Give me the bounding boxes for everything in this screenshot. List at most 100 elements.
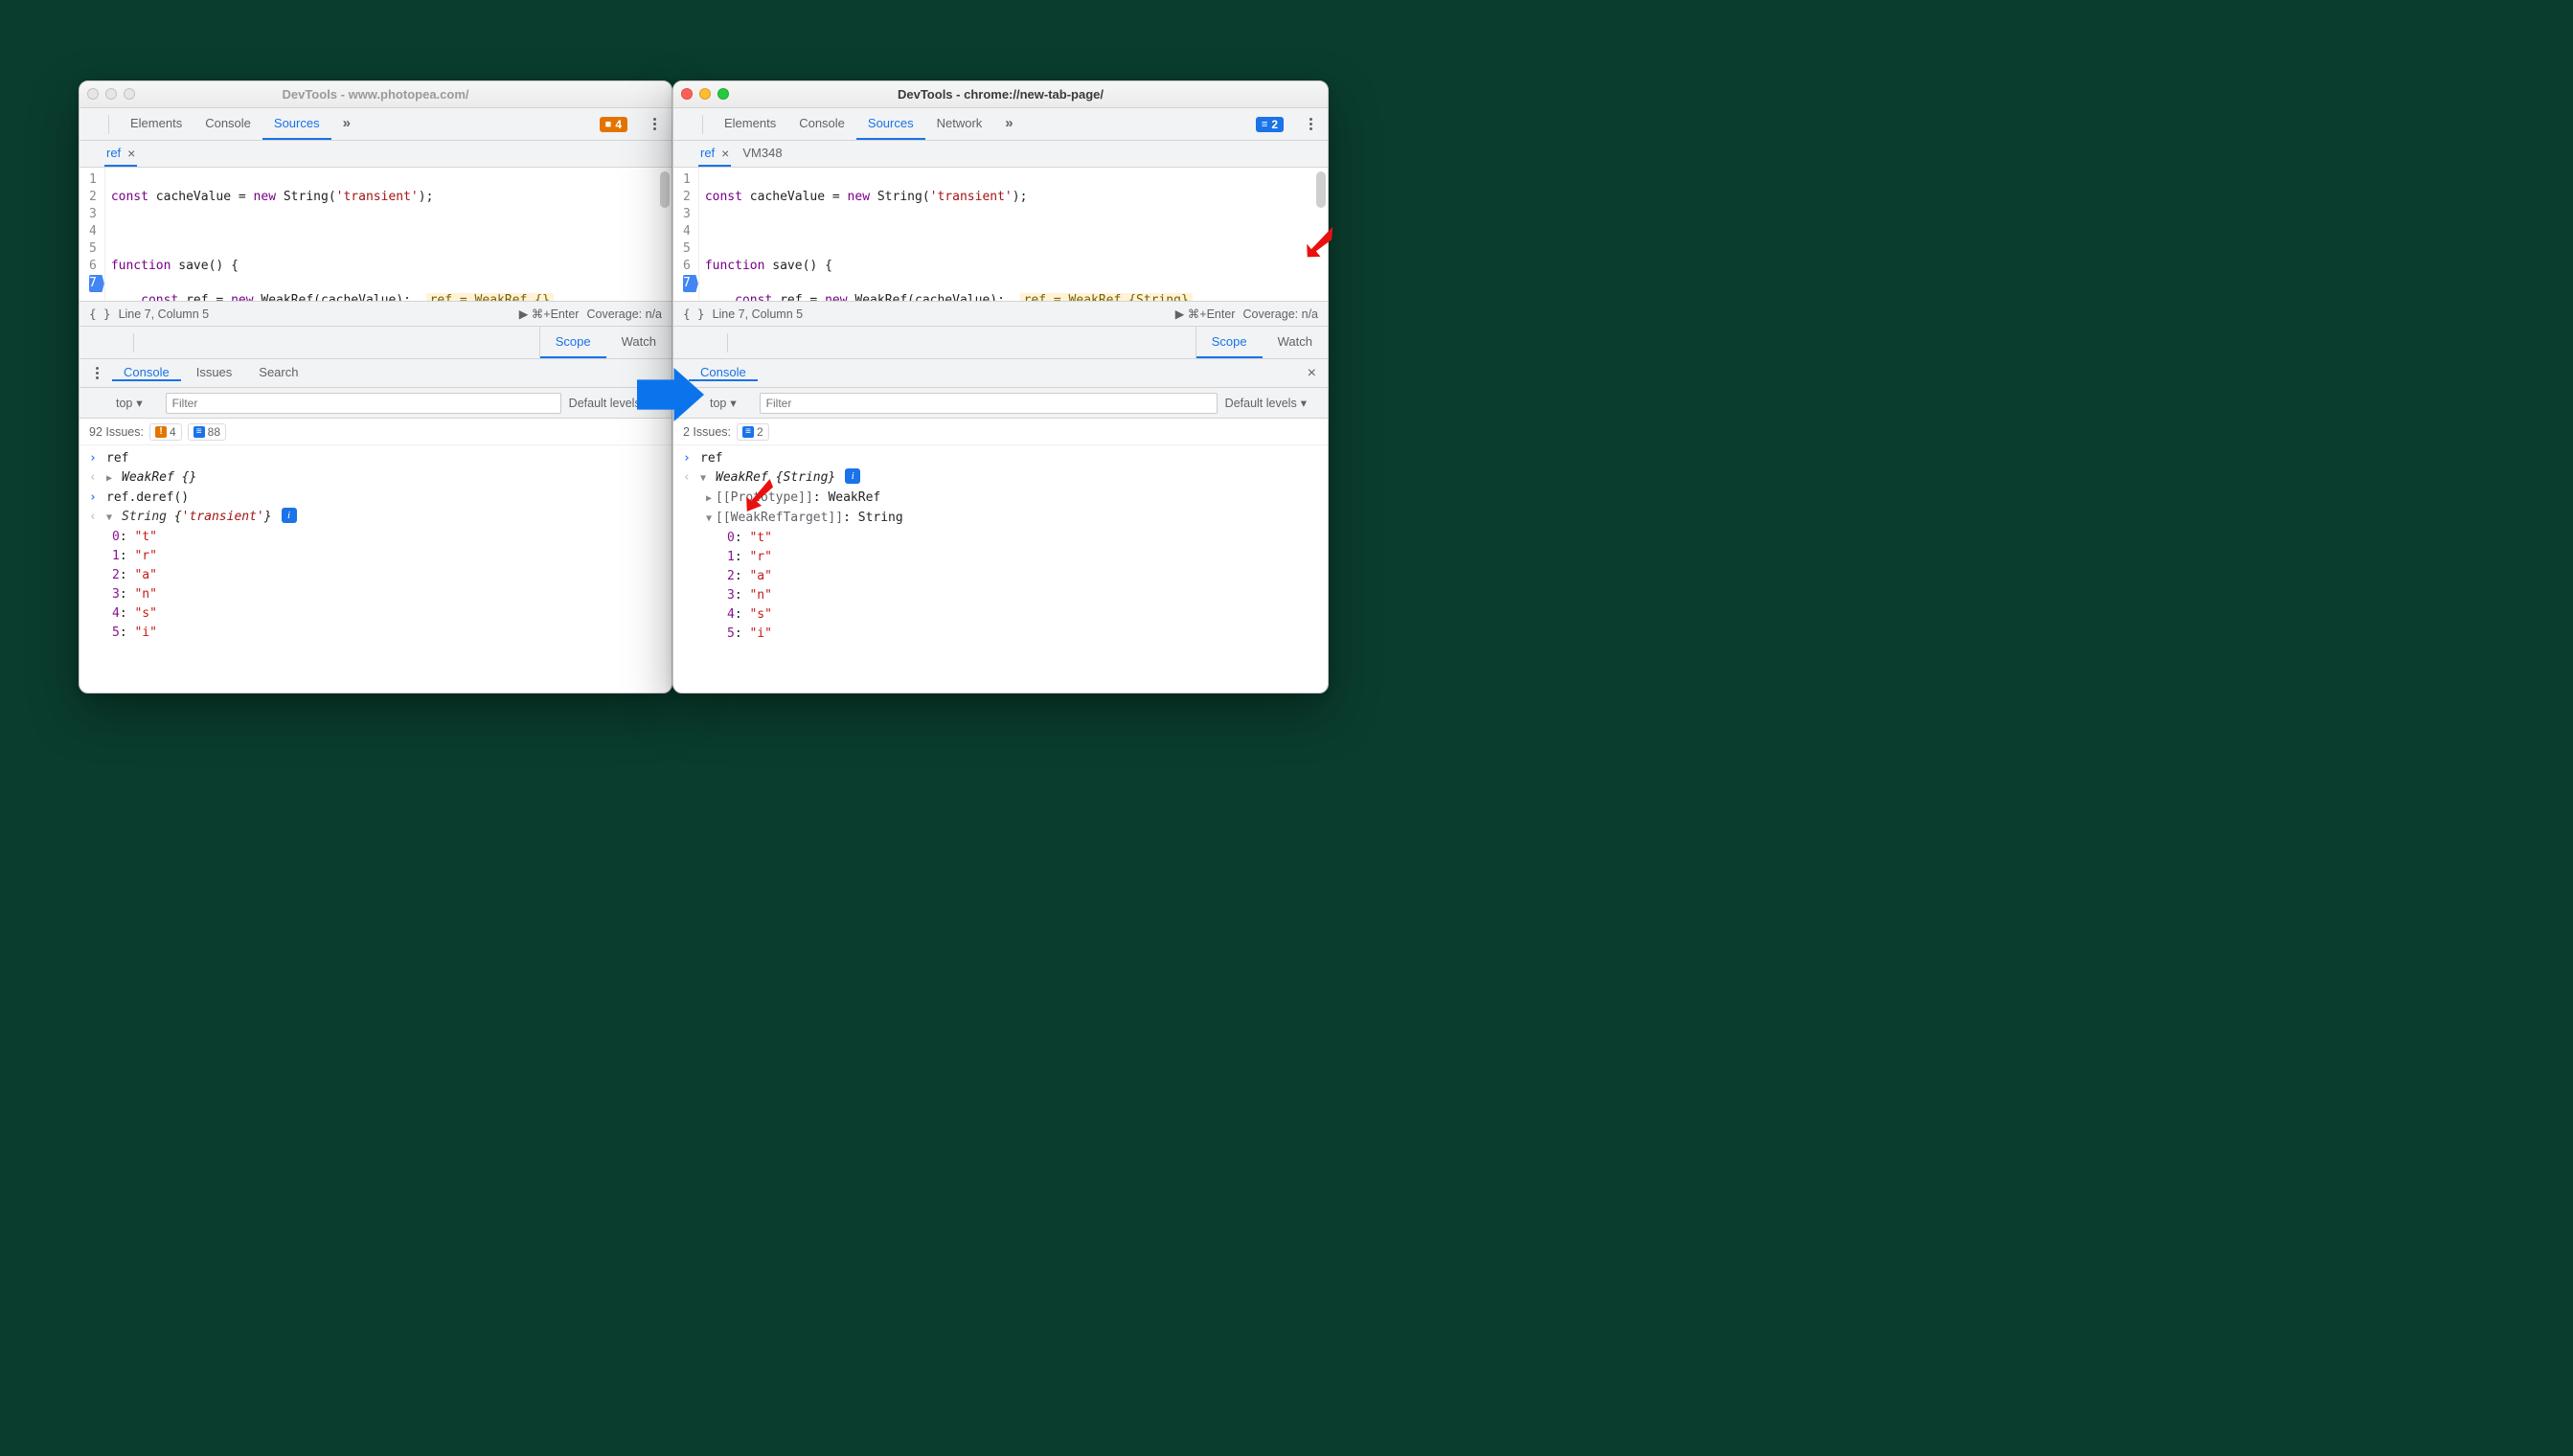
run-snippet-icon[interactable]	[87, 150, 95, 158]
drawer-tab-console[interactable]: Console	[112, 365, 181, 381]
run-snippet-icon[interactable]	[681, 150, 689, 158]
scrollbar[interactable]	[660, 171, 670, 208]
object-property[interactable]: 3: "n"	[673, 586, 1328, 605]
code-editor[interactable]: 1 2 3 4 5 6 7 const cacheValue = new Str…	[673, 168, 1328, 302]
info-pill[interactable]: ≡2	[737, 423, 769, 441]
object-property[interactable]: 5: "i"	[80, 624, 672, 643]
inspect-icon[interactable]	[679, 121, 687, 128]
zoom-dot[interactable]	[124, 88, 135, 100]
issues-summary[interactable]: 92 Issues: !4 ≡88	[80, 419, 672, 445]
step-icon[interactable]	[124, 339, 131, 347]
info-pill[interactable]: ≡88	[188, 423, 226, 441]
object-property[interactable]: 0: "t"	[673, 529, 1328, 548]
settings-icon[interactable]	[631, 121, 639, 128]
console-settings-icon[interactable]	[1314, 399, 1322, 407]
context-selector[interactable]: top ▾	[710, 396, 737, 410]
expand-icon[interactable]	[700, 468, 710, 489]
object-internal[interactable]: [[WeakRefTarget]]: String	[673, 509, 1328, 529]
deactivate-breakpoints-icon[interactable]	[136, 339, 144, 347]
object-property[interactable]: 4: "s"	[80, 604, 672, 624]
tab-elements[interactable]: Elements	[713, 108, 787, 140]
tab-overflow[interactable]: »	[331, 108, 362, 140]
tab-sources[interactable]: Sources	[262, 108, 331, 140]
minimize-dot[interactable]	[699, 88, 711, 100]
step-over-icon[interactable]	[689, 339, 696, 347]
file-tab-ref[interactable]: ref ×	[698, 141, 731, 167]
device-toggle-icon[interactable]	[691, 121, 698, 128]
step-out-icon[interactable]	[114, 339, 122, 347]
object-property[interactable]: 5: "i"	[673, 625, 1328, 644]
resume-icon[interactable]	[85, 339, 93, 347]
resume-icon[interactable]	[679, 339, 687, 347]
drawer-more-icon[interactable]	[85, 362, 108, 385]
tab-network[interactable]: Network	[925, 108, 994, 140]
code-content[interactable]: const cacheValue = new String('transient…	[699, 168, 1328, 301]
close-drawer-icon[interactable]: ×	[1302, 365, 1322, 382]
close-dot[interactable]	[681, 88, 693, 100]
expand-icon[interactable]	[106, 468, 116, 489]
tab-console[interactable]: Console	[194, 108, 262, 140]
code-content[interactable]: const cacheValue = new String('transient…	[105, 168, 672, 301]
scrollbar[interactable]	[1316, 171, 1326, 208]
drawer-tab-console[interactable]: Console	[689, 365, 758, 381]
tab-watch[interactable]: Watch	[606, 327, 672, 358]
traffic-lights[interactable]	[87, 88, 135, 100]
settings-icon[interactable]	[1287, 121, 1295, 128]
expand-icon[interactable]	[706, 511, 716, 525]
coverage-status[interactable]: Coverage: n/a	[1242, 307, 1318, 321]
issues-summary[interactable]: 2 Issues: ≡2	[673, 419, 1328, 445]
zoom-dot[interactable]	[717, 88, 729, 100]
close-icon[interactable]: ×	[718, 146, 729, 161]
run-icon[interactable]	[85, 399, 93, 407]
console-output[interactable]: ref WeakRef {} ref.deref() String {'tran…	[80, 445, 672, 693]
console-output[interactable]: ref WeakRef {String}i [[Prototype]]: Wea…	[673, 445, 1328, 693]
object-property[interactable]: 2: "a"	[80, 566, 672, 585]
more-menu-icon[interactable]	[643, 113, 666, 136]
tab-scope[interactable]: Scope	[540, 327, 606, 358]
warn-pill[interactable]: !4	[149, 423, 182, 441]
inspect-icon[interactable]	[85, 121, 93, 128]
tab-elements[interactable]: Elements	[119, 108, 194, 140]
issues-badge[interactable]: ≡2	[1256, 117, 1284, 132]
filter-input[interactable]	[166, 393, 561, 414]
clear-console-icon[interactable]	[101, 399, 108, 407]
deactivate-breakpoints-icon[interactable]	[730, 339, 738, 347]
live-expression-icon[interactable]	[150, 399, 158, 407]
braces-icon[interactable]: { }	[89, 307, 111, 321]
close-icon[interactable]: ×	[125, 146, 135, 161]
expand-icon[interactable]	[706, 490, 716, 505]
object-property[interactable]: 4: "s"	[673, 605, 1328, 625]
step-over-icon[interactable]	[95, 339, 102, 347]
object-property[interactable]: 1: "r"	[673, 548, 1328, 567]
step-icon[interactable]	[717, 339, 725, 347]
close-dot[interactable]	[87, 88, 99, 100]
device-toggle-icon[interactable]	[97, 121, 104, 128]
object-property[interactable]: 2: "a"	[673, 567, 1328, 586]
info-icon[interactable]: i	[845, 468, 860, 484]
line-gutter[interactable]: 1 2 3 4 5 6 7	[80, 168, 105, 301]
step-into-icon[interactable]	[104, 339, 112, 347]
object-internal[interactable]: [[Prototype]]: WeakRef	[673, 489, 1328, 509]
drawer-tab-issues[interactable]: Issues	[185, 365, 244, 381]
more-menu-icon[interactable]	[1299, 113, 1322, 136]
code-editor[interactable]: 1 2 3 4 5 6 7 const cacheValue = new Str…	[80, 168, 672, 302]
live-expression-icon[interactable]	[744, 399, 752, 407]
console-output-row[interactable]: String {'transient'}i	[80, 508, 672, 528]
info-icon[interactable]: i	[282, 508, 297, 523]
expand-icon[interactable]	[106, 508, 116, 528]
drawer-tab-search[interactable]: Search	[247, 365, 309, 381]
coverage-status[interactable]: Coverage: n/a	[586, 307, 662, 321]
traffic-lights[interactable]	[681, 88, 729, 100]
tab-overflow[interactable]: »	[993, 108, 1024, 140]
context-selector[interactable]: top ▾	[116, 396, 143, 410]
filter-input[interactable]	[760, 393, 1218, 414]
line-gutter[interactable]: 1 2 3 4 5 6 7	[673, 168, 699, 301]
step-into-icon[interactable]	[698, 339, 706, 347]
minimize-dot[interactable]	[105, 88, 117, 100]
tab-sources[interactable]: Sources	[856, 108, 925, 140]
titlebar[interactable]: DevTools - chrome://new-tab-page/	[673, 81, 1328, 108]
object-property[interactable]: 1: "r"	[80, 547, 672, 566]
tab-console[interactable]: Console	[787, 108, 856, 140]
object-property[interactable]: 3: "n"	[80, 585, 672, 604]
titlebar[interactable]: DevTools - www.photopea.com/	[80, 81, 672, 108]
